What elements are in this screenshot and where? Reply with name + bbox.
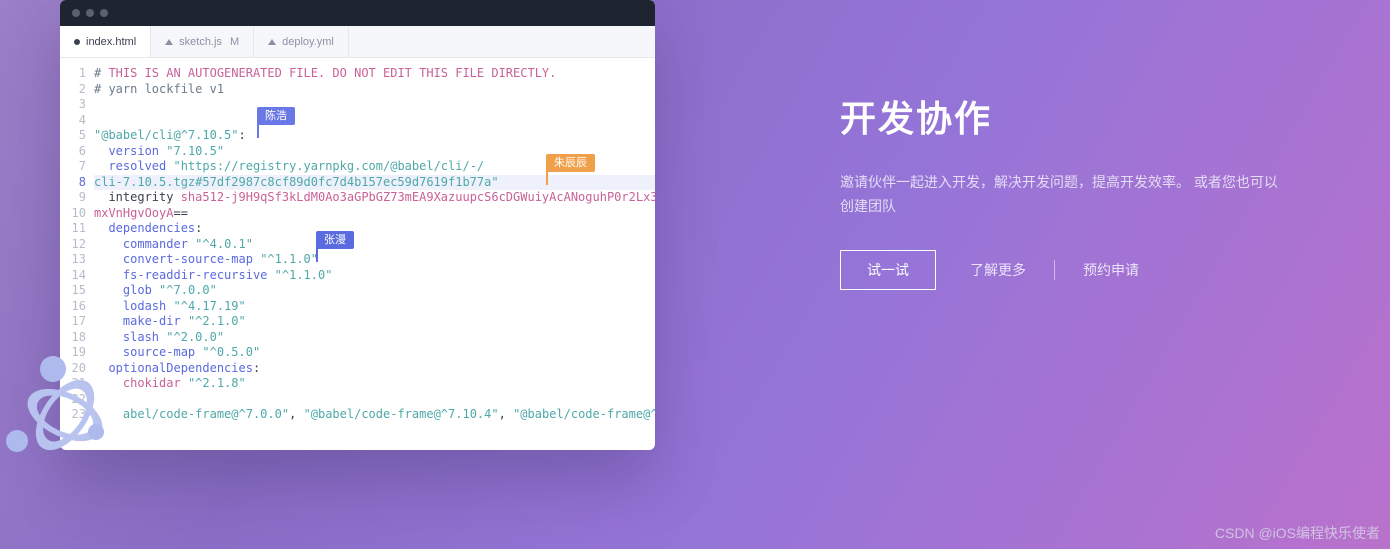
- code-content[interactable]: # THIS IS AN AUTOGENERATED FILE. DO NOT …: [94, 66, 655, 423]
- code-line: [94, 113, 655, 129]
- code-area: 1234567891011121314151617181920212223 # …: [60, 58, 655, 423]
- collaborator-tag: 张漫: [316, 231, 354, 249]
- code-line: abel/code-frame@^7.0.0", "@babel/code-fr…: [94, 407, 655, 423]
- code-editor-window: index.html sketch.js Mdeploy.yml 123456789…: [60, 0, 655, 450]
- code-line: cli-7.10.5.tgz#57df2987c8cf89d0fc7d4b157…: [94, 175, 655, 191]
- collaborator-cursor: [546, 170, 548, 185]
- code-line: optionalDependencies:: [94, 361, 655, 377]
- tab-index-html[interactable]: index.html: [60, 26, 151, 57]
- collaborator-tag: 朱辰辰: [546, 154, 595, 172]
- editor-tabs: index.html sketch.js Mdeploy.yml: [60, 26, 655, 58]
- code-line: source-map "^0.5.0": [94, 345, 655, 361]
- traffic-light-close[interactable]: [72, 9, 80, 17]
- watermark: CSDN @iOS编程快乐使者: [1215, 523, 1380, 543]
- tab-sketch-js[interactable]: sketch.js M: [151, 26, 254, 57]
- apply-link[interactable]: 预约申请: [1054, 260, 1139, 280]
- atom-decoration: [10, 360, 120, 470]
- collaborator-tag: 陈浩: [257, 107, 295, 125]
- code-line: lodash "^4.17.19": [94, 299, 655, 315]
- try-button[interactable]: 试一试: [840, 250, 936, 290]
- hero-title: 开发协作: [840, 90, 1280, 142]
- code-line: dependencies:: [94, 221, 655, 237]
- code-line: "@babel/cli@^7.10.5":: [94, 128, 655, 144]
- collaborator-cursor: [257, 123, 259, 138]
- dot-icon: [74, 39, 80, 45]
- tab-deploy-yml[interactable]: deploy.yml: [254, 26, 349, 57]
- modified-indicator: M: [230, 36, 239, 48]
- code-line: # yarn lockfile v1: [94, 82, 655, 98]
- code-line: # THIS IS AN AUTOGENERATED FILE. DO NOT …: [94, 66, 655, 82]
- tab-label: index.html: [86, 36, 136, 48]
- hero-description: 邀请伙伴一起进入开发，解决开发问题，提高开发效率。 或者您也可以创建团队: [840, 170, 1280, 218]
- tab-label: sketch.js: [179, 36, 222, 48]
- code-line: integrity sha512-j9H9qSf3kLdM0Ao3aGPbGZ7…: [94, 190, 655, 206]
- code-line: [94, 97, 655, 113]
- code-line: [94, 392, 655, 408]
- window-titlebar: [60, 0, 655, 26]
- hero-panel: 开发协作 邀请伙伴一起进入开发，解决开发问题，提高开发效率。 或者您也可以创建团…: [840, 90, 1280, 290]
- code-line: commander "^4.0.1": [94, 237, 655, 253]
- code-line: convert-source-map "^1.1.0": [94, 252, 655, 268]
- triangle-icon: [165, 39, 173, 45]
- code-line: mxVnHgvOoyA==: [94, 206, 655, 222]
- tab-label: deploy.yml: [282, 36, 334, 48]
- traffic-light-minimize[interactable]: [86, 9, 94, 17]
- collaborator-cursor: [316, 247, 318, 262]
- code-line: chokidar "^2.1.8": [94, 376, 655, 392]
- code-line: glob "^7.0.0": [94, 283, 655, 299]
- learn-more-link[interactable]: 了解更多: [970, 260, 1026, 280]
- code-line: slash "^2.0.0": [94, 330, 655, 346]
- code-line: fs-readdir-recursive "^1.1.0": [94, 268, 655, 284]
- traffic-light-zoom[interactable]: [100, 9, 108, 17]
- hero-actions: 试一试 了解更多 预约申请: [840, 250, 1280, 290]
- code-line: make-dir "^2.1.0": [94, 314, 655, 330]
- triangle-icon: [268, 39, 276, 45]
